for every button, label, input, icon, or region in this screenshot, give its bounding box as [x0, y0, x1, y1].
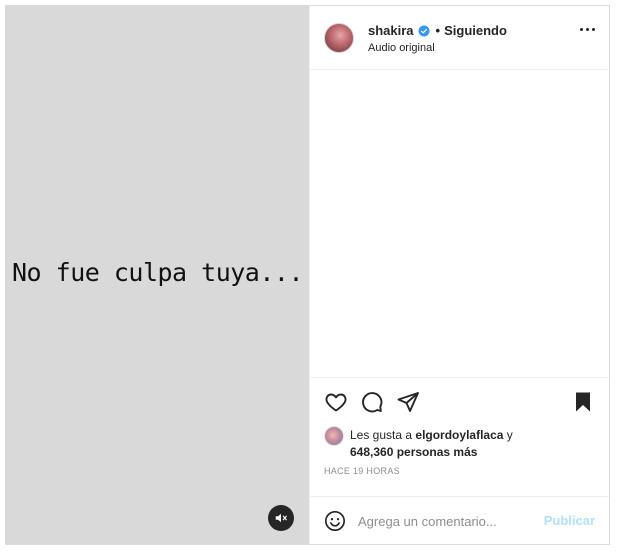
media-overlay-text: No fue culpa tuya...	[11, 258, 304, 287]
audio-link[interactable]: Audio original	[368, 42, 435, 54]
comment-bar: Publicar	[310, 496, 609, 544]
username-link[interactable]: shakira	[368, 23, 414, 38]
avatar[interactable]	[324, 23, 354, 53]
mute-button[interactable]	[268, 505, 294, 531]
bookmark-icon[interactable]	[571, 390, 595, 414]
likes-count-link[interactable]: 648,360 personas más	[350, 445, 477, 459]
separator-dot: •	[435, 23, 441, 38]
smiley-icon[interactable]	[324, 510, 346, 532]
following-button[interactable]: Siguiendo	[444, 23, 507, 38]
comment-input[interactable]	[358, 511, 536, 531]
liker-username-link[interactable]: elgordoylaflaca	[415, 428, 503, 442]
post-timestamp[interactable]: HACE 19 HORAS	[310, 458, 609, 482]
comment-bubble-icon[interactable]	[360, 390, 384, 414]
speaker-muted-icon	[274, 511, 288, 525]
paper-plane-icon[interactable]	[396, 390, 420, 414]
user-line: shakira • Siguiendo	[368, 23, 507, 38]
likes-prefix: Les gusta a	[350, 428, 416, 442]
comments-area[interactable]	[310, 70, 609, 377]
post-sidebar: shakira • Siguiendo Audio original Les g…	[309, 6, 609, 544]
verified-badge-icon	[418, 25, 430, 37]
likes-text: Les gusta a elgordoylaflaca y 648,360 pe…	[350, 427, 560, 461]
post-header: shakira • Siguiendo Audio original	[310, 6, 609, 70]
action-bar	[310, 377, 609, 425]
post-card: No fue culpa tuya... shakira • Siguiendo…	[5, 5, 610, 545]
liker-avatar[interactable]	[324, 426, 344, 446]
heart-icon[interactable]	[324, 390, 348, 414]
likes-summary: Les gusta a elgordoylaflaca y 648,360 pe…	[310, 425, 609, 461]
more-options-button[interactable]	[580, 28, 595, 31]
publish-button[interactable]: Publicar	[544, 513, 595, 528]
post-media[interactable]: No fue culpa tuya...	[6, 6, 309, 544]
likes-conjunction: y	[503, 428, 513, 442]
more-horizontal-icon	[580, 28, 583, 31]
